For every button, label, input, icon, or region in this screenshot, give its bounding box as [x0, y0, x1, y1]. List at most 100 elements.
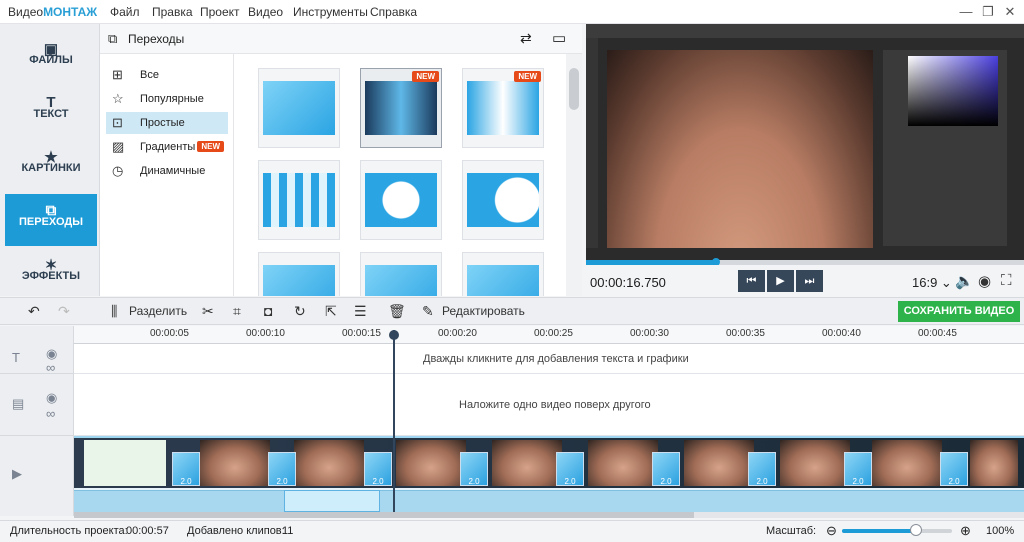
transition-block[interactable]: 2.0: [556, 452, 584, 486]
video-clip[interactable]: [588, 440, 658, 486]
transition-thumb[interactable]: [462, 160, 544, 240]
transition-block[interactable]: 2.0: [364, 452, 392, 486]
shuffle-icon[interactable]: ⇄: [520, 30, 532, 47]
sidebar-tab-files[interactable]: ▣ ФАЙЛЫ: [5, 32, 97, 84]
maximize-button[interactable]: ❐: [978, 2, 998, 22]
transition-thumb[interactable]: [258, 68, 340, 148]
magic-wand-icon: ✶: [44, 257, 58, 274]
video-clip[interactable]: [970, 440, 1018, 486]
volume-icon[interactable]: 🔈: [955, 272, 974, 290]
category-all[interactable]: ⊞ Все: [106, 64, 228, 86]
film-icon: ▤: [12, 396, 25, 411]
transition-thumb[interactable]: NEW: [360, 68, 442, 148]
clips-value: 11: [282, 525, 294, 537]
split-icon: ⫼: [111, 303, 118, 319]
category-dynamic[interactable]: ◷ Динамичные: [106, 160, 228, 182]
sidebar-tab-pictures[interactable]: ★ КАРТИНКИ: [5, 140, 97, 192]
minimize-button[interactable]: —: [956, 2, 976, 22]
playhead[interactable]: [393, 330, 395, 512]
video-clip[interactable]: [492, 440, 562, 486]
menu-help[interactable]: Справка: [370, 5, 417, 19]
video-clip[interactable]: [294, 440, 364, 486]
ruler-tick: 00:00:20: [438, 328, 477, 339]
fullscreen-panel-icon[interactable]: ▭: [552, 29, 566, 47]
ruler-tick: 00:00:05: [150, 328, 189, 339]
gradient-icon: ▨: [112, 139, 125, 154]
category-gradients[interactable]: ▨ Градиенты NEW: [106, 136, 228, 158]
fullscreen-icon[interactable]: ⛶: [1001, 272, 1012, 289]
transition-block[interactable]: 2.0: [748, 452, 776, 486]
track-headers: T ◉ ∞ ▤ ◉ ∞ ▶: [0, 326, 74, 516]
menu-edit[interactable]: Правка: [152, 5, 193, 19]
frame-icon[interactable]: ◘: [264, 301, 272, 321]
ruler-tick: 00:00:40: [822, 328, 861, 339]
overlay-track[interactable]: Наложите одно видео поверх другого: [74, 374, 1024, 436]
camera-icon[interactable]: ◉: [978, 272, 991, 290]
sidebar-tab-text[interactable]: T ТЕКСТ: [5, 86, 97, 138]
rotate-icon[interactable]: ↻: [294, 301, 306, 321]
transition-thumb[interactable]: [360, 160, 442, 240]
zoom-in-icon[interactable]: ⊕: [960, 523, 971, 539]
transition-block[interactable]: 2.0: [268, 452, 296, 486]
timeline-scroll-thumb[interactable]: [74, 512, 694, 518]
text-icon: T: [46, 94, 56, 111]
transition-thumb[interactable]: [462, 252, 544, 296]
crop-icon[interactable]: ⌗: [233, 301, 241, 321]
play-circle-icon: ◷: [112, 163, 124, 178]
camera-icon: ▶: [12, 466, 22, 481]
video-clip[interactable]: [872, 440, 942, 486]
close-button[interactable]: ✕: [1000, 2, 1020, 22]
play-button[interactable]: ▶: [767, 270, 794, 292]
delete-icon[interactable]: 🗑: [388, 301, 406, 321]
video-clip[interactable]: [684, 440, 754, 486]
video-clip[interactable]: [84, 440, 166, 486]
sidebar: ▣ ФАЙЛЫ T ТЕКСТ ★ КАРТИНКИ ⧉ ПЕРЕХОДЫ ✶ ЭФФЕК…: [0, 24, 100, 296]
save-video-button[interactable]: СОХРАНИТЬ ВИДЕО: [898, 301, 1020, 322]
zoom-slider-knob[interactable]: [910, 524, 922, 536]
video-clip[interactable]: [396, 440, 466, 486]
zoom-value: 100%: [986, 525, 1015, 537]
menu-file[interactable]: Файл: [110, 5, 140, 19]
transition-block[interactable]: 2.0: [844, 452, 872, 486]
transition-thumb[interactable]: NEW: [462, 68, 544, 148]
grid-scroll-thumb[interactable]: [569, 68, 579, 110]
transitions-panel-icon: ⧉: [108, 31, 118, 46]
redo-icon[interactable]: ↷: [58, 301, 70, 321]
menu-video[interactable]: Видео: [248, 5, 283, 19]
transition-block[interactable]: 2.0: [172, 452, 200, 486]
transition-block[interactable]: 2.0: [940, 452, 968, 486]
audio-track[interactable]: [74, 490, 1024, 512]
link-icon[interactable]: ∞: [46, 406, 55, 421]
cut-icon[interactable]: ✂: [202, 301, 214, 321]
eye-icon[interactable]: ◉: [46, 390, 57, 406]
link-icon[interactable]: ∞: [46, 360, 55, 375]
video-clip[interactable]: [780, 440, 850, 486]
duration-label: Длительность проекта:: [10, 525, 128, 537]
aspect-ratio-select[interactable]: 16:9 ⌄: [912, 275, 952, 291]
prev-frame-button[interactable]: ⏮: [738, 270, 765, 292]
text-track[interactable]: Дважды кликните для добавления текста и …: [74, 344, 1024, 374]
playhead-handle[interactable]: [389, 330, 399, 340]
zoom-out-icon[interactable]: ⊖: [826, 523, 837, 539]
transition-block[interactable]: 2.0: [652, 452, 680, 486]
edit-button[interactable]: Редактировать: [442, 301, 525, 321]
transition-thumb[interactable]: [360, 252, 442, 296]
preview-color-picker: [908, 56, 998, 126]
transition-thumb[interactable]: [258, 252, 340, 296]
sidebar-tab-transitions[interactable]: ⧉ ПЕРЕХОДЫ: [5, 194, 97, 246]
selected-audio-segment[interactable]: [284, 490, 380, 512]
split-button[interactable]: Разделить: [129, 301, 187, 321]
category-popular[interactable]: ☆ Популярные: [106, 88, 228, 110]
transition-thumb[interactable]: [258, 160, 340, 240]
timeline-ruler[interactable]: 00:00:05 00:00:10 00:00:15 00:00:20 00:0…: [74, 326, 1024, 344]
video-clip[interactable]: [200, 440, 270, 486]
menu-tools[interactable]: Инструменты: [293, 5, 368, 19]
next-frame-button[interactable]: ⏭: [796, 270, 823, 292]
transition-block[interactable]: 2.0: [460, 452, 488, 486]
properties-icon[interactable]: ☰: [354, 301, 367, 321]
category-simple[interactable]: ⊡ Простые: [106, 112, 228, 134]
undo-icon[interactable]: ↶: [28, 301, 40, 321]
export-icon[interactable]: ⇱: [325, 301, 337, 321]
sidebar-tab-effects[interactable]: ✶ ЭФФЕКТЫ: [5, 248, 97, 300]
menu-project[interactable]: Проект: [200, 5, 240, 19]
